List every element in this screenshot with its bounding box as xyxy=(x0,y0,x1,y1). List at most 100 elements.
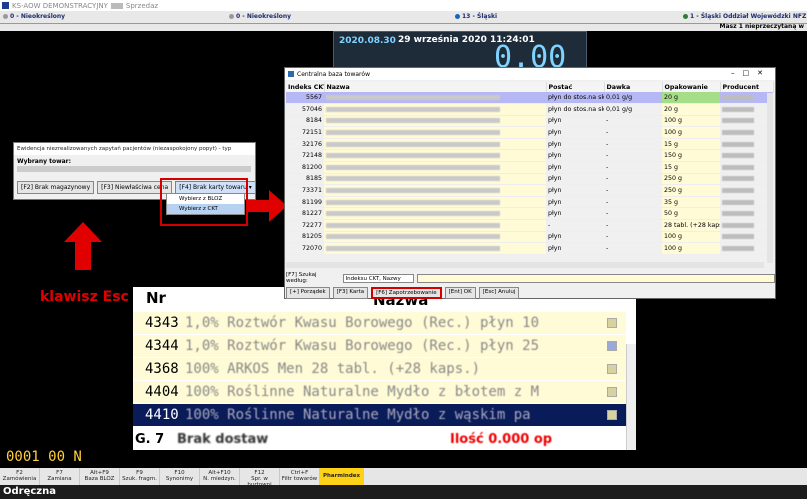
table-row[interactable]: 32176 płyn -15 g xyxy=(286,138,773,151)
fkey-label: Filtr towarów xyxy=(281,476,318,482)
status-dot-icon xyxy=(229,14,234,19)
fkey-label: Szuk. fragm. xyxy=(122,476,157,482)
fkey-button[interactable]: Alt+F10 N. miedzyn. xyxy=(200,468,240,485)
cell-name xyxy=(324,126,546,139)
arrow-right-icon xyxy=(247,190,287,222)
fkey-button[interactable]: F10 Synonimy xyxy=(160,468,200,485)
cell-index: 73371 xyxy=(286,184,324,197)
cell-name xyxy=(324,184,546,197)
redacted-block xyxy=(110,2,123,9)
cell-producer xyxy=(720,242,773,255)
cell-index: 8184 xyxy=(286,115,324,128)
row-name: 1,0% Roztwór Kwasu Borowego (Rec.) płyn … xyxy=(185,315,540,331)
cell-name xyxy=(324,242,546,255)
table-row[interactable]: 57046 płyn do stos.na sk 0,01 g/g 20 g xyxy=(286,103,773,116)
table-row[interactable]: 81205 płyn -100 g xyxy=(286,231,773,244)
search-mode-select[interactable]: Indeksu CKT, Nazwy xyxy=(342,273,414,283)
row-flag-icon xyxy=(607,341,617,351)
fkey-button[interactable]: Pharmindex xyxy=(320,468,364,485)
table-row[interactable]: 8185 płyn -250 g xyxy=(286,173,773,186)
fkey-button[interactable]: F7 Zamiana xyxy=(40,468,80,485)
table-row[interactable]: 72277- -28 tabl. (+28 kaps xyxy=(286,219,773,232)
cell-form: płyn xyxy=(546,149,604,163)
row-name: 1,0% Roztwór Kwasu Borowego (Rec.) płyn … xyxy=(185,338,540,354)
table-row[interactable]: 73371 płyn -250 g xyxy=(286,184,773,197)
cell-package: 150 g xyxy=(662,149,720,163)
order-button[interactable]: [+] Porządek xyxy=(286,287,330,299)
status-text: 0 - Nieokreślony xyxy=(10,13,66,20)
column-header[interactable]: Postać xyxy=(546,82,605,92)
esc-key-label: klawisz Esc xyxy=(40,289,129,305)
column-header[interactable]: Indeks CKT xyxy=(286,82,325,92)
search-label: [F7] Szukaj według: xyxy=(286,272,317,284)
list-row[interactable]: 4404 100% Roślinne Naturalne Mydło z bło… xyxy=(133,381,626,403)
cell-dose: - xyxy=(604,196,662,209)
row-nr: 4404 xyxy=(145,384,179,400)
fkey-label: Synonimy xyxy=(165,476,194,482)
cell-name xyxy=(324,219,546,232)
cell-index: 81199 xyxy=(286,196,324,209)
window-controls-icon[interactable]: –□✕ xyxy=(731,69,771,77)
list-row[interactable]: 4343 1,0% Roztwór Kwasu Borowego (Rec.) … xyxy=(133,312,626,334)
cell-form: - xyxy=(546,219,604,232)
row-nr: 4368 xyxy=(145,361,179,377)
table-row[interactable]: 72148 płyn -150 g xyxy=(286,149,773,163)
cell-package: 250 g xyxy=(662,173,720,186)
fkey-label: N. miedzyn. xyxy=(203,476,236,482)
cell-package: 15 g xyxy=(662,138,720,151)
table-horizontal-scrollbar[interactable] xyxy=(286,262,764,268)
cell-name xyxy=(324,173,546,186)
central-product-base-window: Centralna baza towarów –□✕ Indeks CKT Na… xyxy=(284,67,776,299)
table-row[interactable]: 72070 płyn -100 g xyxy=(286,242,773,255)
table-row[interactable]: 81227 płyn -50 g xyxy=(286,207,773,221)
cell-name xyxy=(324,149,546,163)
app-icon xyxy=(2,2,9,9)
notification-strip: Masz 1 nieprzeczytaną w xyxy=(0,23,807,31)
cancel-button[interactable]: [Esc] Anuluj xyxy=(478,287,520,299)
demand-button[interactable]: [F6] Zapotrzebowanie xyxy=(371,287,442,299)
cell-producer xyxy=(720,103,773,116)
cell-producer xyxy=(720,184,773,197)
card-button[interactable]: [F3] Karta xyxy=(332,287,369,299)
cell-producer xyxy=(720,231,773,244)
unread-messages-link[interactable]: Masz 1 nieprzeczytaną w xyxy=(720,23,804,30)
list-scrollbar[interactable] xyxy=(626,344,636,450)
search-input[interactable] xyxy=(416,273,775,283)
table-row[interactable]: 81199 płyn -35 g xyxy=(286,196,773,209)
list-row[interactable]: 4344 1,0% Roztwór Kwasu Borowego (Rec.) … xyxy=(133,335,626,357)
cell-package: 100 g xyxy=(662,231,720,244)
table-row[interactable]: 81200 płyn -15 g xyxy=(286,161,773,174)
column-header[interactable]: Nazwa xyxy=(324,82,547,92)
column-header[interactable]: Dawka xyxy=(604,82,663,92)
fkey-button[interactable]: Alt+F9 Baza BLOZ xyxy=(80,468,120,485)
fkey-button[interactable]: Ctrl+F Filtr towarów xyxy=(280,468,320,485)
counter-readout: 0001 00 N xyxy=(6,449,82,465)
fkey-button[interactable]: F12Spr. w hurtowni xyxy=(240,468,280,488)
table-header-row: Indeks CKT Nazwa Postać Dawka Opakowanie… xyxy=(286,82,774,92)
list-row[interactable]: 4368 100% ARKOS Men 28 tabl. (+28 kaps.) xyxy=(133,358,626,380)
table-row[interactable]: 8184 płyn -100 g xyxy=(286,115,773,128)
status-cell-2: 0 - Nieokreślony xyxy=(229,13,291,20)
ok-button[interactable]: [Ent] OK xyxy=(444,287,476,299)
redacted-block xyxy=(326,234,501,240)
column-header[interactable]: Producent xyxy=(720,82,774,92)
table-row[interactable]: 72151 płyn -100 g xyxy=(286,126,773,139)
cell-index: 32176 xyxy=(286,138,324,151)
fkey-button[interactable]: F9 Szuk. fragm. xyxy=(120,468,160,485)
cell-dose: - xyxy=(604,126,662,139)
list-row-selected[interactable]: 4410 100% Roślinne Naturalne Mydło z wąs… xyxy=(133,404,626,426)
cell-producer xyxy=(720,219,773,232)
table-row[interactable]: 5567 płyn do stos.na sk 0,01 g/g 20 g xyxy=(286,92,773,105)
cwin-title: Centralna baza towarów xyxy=(297,71,370,78)
stock-shortage-button[interactable]: [F2] Brak magazynowy xyxy=(17,181,95,194)
status-strip: 0 - Nieokreślony 0 - Nieokreślony 13 - Ś… xyxy=(0,11,807,24)
fkey-button[interactable]: F2 Zamówienia xyxy=(0,468,40,485)
cell-form: płyn do stos.na sk xyxy=(546,92,604,105)
column-header[interactable]: Opakowanie xyxy=(662,82,721,92)
table-vertical-scrollbar[interactable] xyxy=(767,93,773,263)
column-header-nr: Nr xyxy=(146,289,166,307)
status-cell-4: 1 - Śląski Oddział Wojewódzki NFZ xyxy=(683,13,806,20)
redacted-block xyxy=(722,176,754,182)
cell-package: 35 g xyxy=(662,196,720,209)
selected-product-field[interactable] xyxy=(17,166,251,172)
